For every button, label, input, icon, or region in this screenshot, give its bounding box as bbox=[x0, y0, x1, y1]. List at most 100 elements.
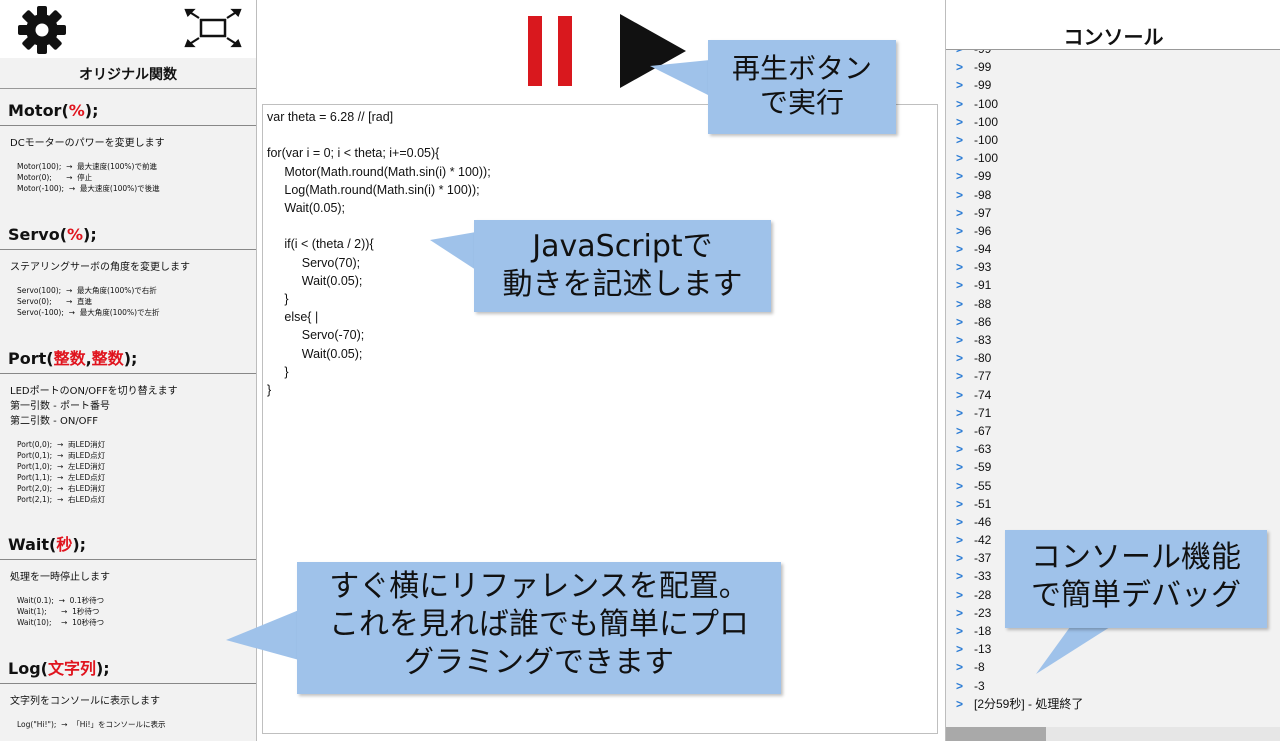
function-signature: Port(整数,整数); bbox=[0, 337, 256, 374]
console-line-text: -59 bbox=[974, 460, 992, 475]
pause-icon[interactable] bbox=[528, 16, 574, 86]
callout-reference: すぐ横にリファレンスを配置。 これを見れば誰でも簡単にプロ グラミングできます bbox=[297, 562, 781, 694]
console-line-text: -99 bbox=[974, 78, 992, 93]
console-line-text: -63 bbox=[974, 442, 992, 457]
console-line: > -99 bbox=[946, 76, 1280, 94]
console-prompt-icon: > bbox=[956, 260, 964, 275]
function-end: ); bbox=[95, 659, 110, 678]
console-prompt-icon: > bbox=[956, 642, 964, 657]
function-arg: 整数 bbox=[91, 349, 124, 368]
console-line-text: -100 bbox=[974, 114, 999, 129]
console-line: > -88 bbox=[946, 295, 1280, 313]
console-prompt-icon: > bbox=[956, 369, 964, 384]
console-prompt-icon: > bbox=[956, 187, 964, 202]
console-line: > -99 bbox=[946, 58, 1280, 76]
function-description: ステアリングサーボの角度を変更します bbox=[10, 262, 190, 273]
function-name: Log( bbox=[8, 659, 48, 678]
console-line-text: -37 bbox=[974, 551, 992, 566]
console-line-text: -83 bbox=[974, 333, 992, 347]
console-prompt-icon: > bbox=[956, 60, 964, 75]
function-entry: Servo(%); ステアリングサーボの角度を変更します Servo(100); →… bbox=[0, 213, 256, 337]
console-prompt-icon: > bbox=[956, 351, 964, 366]
console-line: > -98 bbox=[946, 186, 1280, 204]
fullscreen-icon[interactable] bbox=[184, 8, 242, 48]
console-line-text: -67 bbox=[974, 423, 992, 438]
function-description: 処理を一時停止します bbox=[10, 572, 110, 583]
function-arg: 秒 bbox=[56, 535, 73, 554]
console-prompt-icon: > bbox=[956, 296, 964, 311]
console-prompt-icon: > bbox=[956, 242, 964, 257]
console-line-text: -100 bbox=[974, 132, 999, 147]
console-line-text: -42 bbox=[974, 533, 992, 548]
console-prompt-icon: > bbox=[956, 442, 964, 457]
console-line-text: -74 bbox=[974, 387, 992, 402]
console-prompt-icon: > bbox=[956, 114, 964, 129]
callout-play: 再生ボタン で実行 bbox=[708, 40, 896, 134]
console-line-text: -80 bbox=[974, 351, 992, 366]
gear-icon[interactable] bbox=[16, 4, 68, 56]
function-entry: Wait(秒); 処理を一時停止します Wait(0.1); → 0.1秒待つ Wa… bbox=[0, 523, 256, 647]
console-line: > -100 bbox=[946, 131, 1280, 149]
console-line-text: -100 bbox=[974, 96, 999, 111]
console-scrollbar-thumb[interactable] bbox=[946, 727, 1046, 741]
callout-reference-text: すぐ横にリファレンスを配置。 これを見れば誰でも簡単にプロ グラミングできます bbox=[329, 569, 749, 680]
console-prompt-icon: > bbox=[956, 423, 964, 438]
console-line-text: -100 bbox=[974, 151, 999, 166]
sidebar-toolbar bbox=[0, 0, 256, 58]
console-line: > -71 bbox=[946, 404, 1280, 422]
console-line-text: -46 bbox=[974, 514, 992, 529]
function-name: Servo( bbox=[8, 225, 67, 244]
function-description: 文字列をコンソールに表示します bbox=[10, 696, 160, 707]
console-line-text: -13 bbox=[974, 642, 992, 657]
function-entry: Motor(%); DCモーターのパワーを変更します Motor(100); → 最… bbox=[0, 89, 256, 213]
function-end: ); bbox=[72, 535, 87, 554]
console-line: > -8 bbox=[946, 658, 1280, 676]
console-line: > -100 bbox=[946, 113, 1280, 131]
function-examples: Port(0,0); → 両LED消灯 Port(0,1); → 両LED点灯 … bbox=[17, 440, 106, 504]
console-prompt-icon: > bbox=[956, 587, 964, 602]
console-line: > -59 bbox=[946, 458, 1280, 476]
function-description: DCモーターのパワーを変更します bbox=[10, 138, 165, 149]
function-end: ); bbox=[84, 101, 99, 120]
reference-sidebar: オリジナル関数 Motor(%); DCモーターのパワーを変更します Motor(1… bbox=[0, 0, 257, 741]
console-prompt-icon: > bbox=[956, 278, 964, 293]
console-prompt-icon: > bbox=[956, 514, 964, 529]
console-line-text: -23 bbox=[974, 605, 992, 620]
console-line-text: -8 bbox=[974, 660, 985, 675]
console-line: > -94 bbox=[946, 240, 1280, 258]
console-line: > -100 bbox=[946, 95, 1280, 113]
console-line: > -51 bbox=[946, 495, 1280, 513]
console-line: > -74 bbox=[946, 386, 1280, 404]
console-line-text: -96 bbox=[974, 223, 992, 238]
function-list: Motor(%); DCモーターのパワーを変更します Motor(100); → 最… bbox=[0, 89, 256, 741]
console-line-text: [2分59秒] - 処理終了 bbox=[974, 696, 1084, 711]
console-line: > -55 bbox=[946, 477, 1280, 495]
console-prompt-icon: > bbox=[956, 96, 964, 111]
console-line-text: -18 bbox=[974, 624, 992, 638]
console-line-text: -55 bbox=[974, 478, 992, 493]
console-line: > -63 bbox=[946, 440, 1280, 458]
function-signature: Log(文字列); bbox=[0, 647, 256, 684]
console-line-text: -99 bbox=[974, 60, 992, 75]
console-prompt-icon: > bbox=[956, 405, 964, 420]
play-icon[interactable] bbox=[620, 14, 686, 88]
console-prompt-icon: > bbox=[956, 605, 964, 620]
console-prompt-icon: > bbox=[956, 151, 964, 166]
console-line-text: -93 bbox=[974, 260, 992, 275]
callout-javascript: JavaScriptで 動きを記述します bbox=[474, 220, 771, 312]
console-prompt-icon: > bbox=[956, 696, 964, 711]
function-name: Port( bbox=[8, 349, 54, 368]
console-prompt-icon: > bbox=[956, 205, 964, 220]
console-scrollbar[interactable] bbox=[946, 727, 1280, 741]
function-arg: 文字列 bbox=[47, 659, 96, 678]
console-line-text: -3 bbox=[974, 678, 985, 693]
callout-console: コンソール機能 で簡単デバッグ bbox=[1005, 530, 1267, 628]
console-line-text: -86 bbox=[974, 314, 992, 329]
reference-title: オリジナル関数 bbox=[0, 58, 256, 89]
function-name: Motor( bbox=[8, 101, 69, 120]
function-end: ); bbox=[83, 225, 97, 244]
function-description: LEDポートのON/OFFを切り替えます 第一引数 - ポート番号 第二引数 -… bbox=[10, 386, 178, 427]
function-arg: 整数 bbox=[53, 349, 86, 368]
console-line: > -86 bbox=[946, 313, 1280, 331]
console-line: > -91 bbox=[946, 276, 1280, 294]
